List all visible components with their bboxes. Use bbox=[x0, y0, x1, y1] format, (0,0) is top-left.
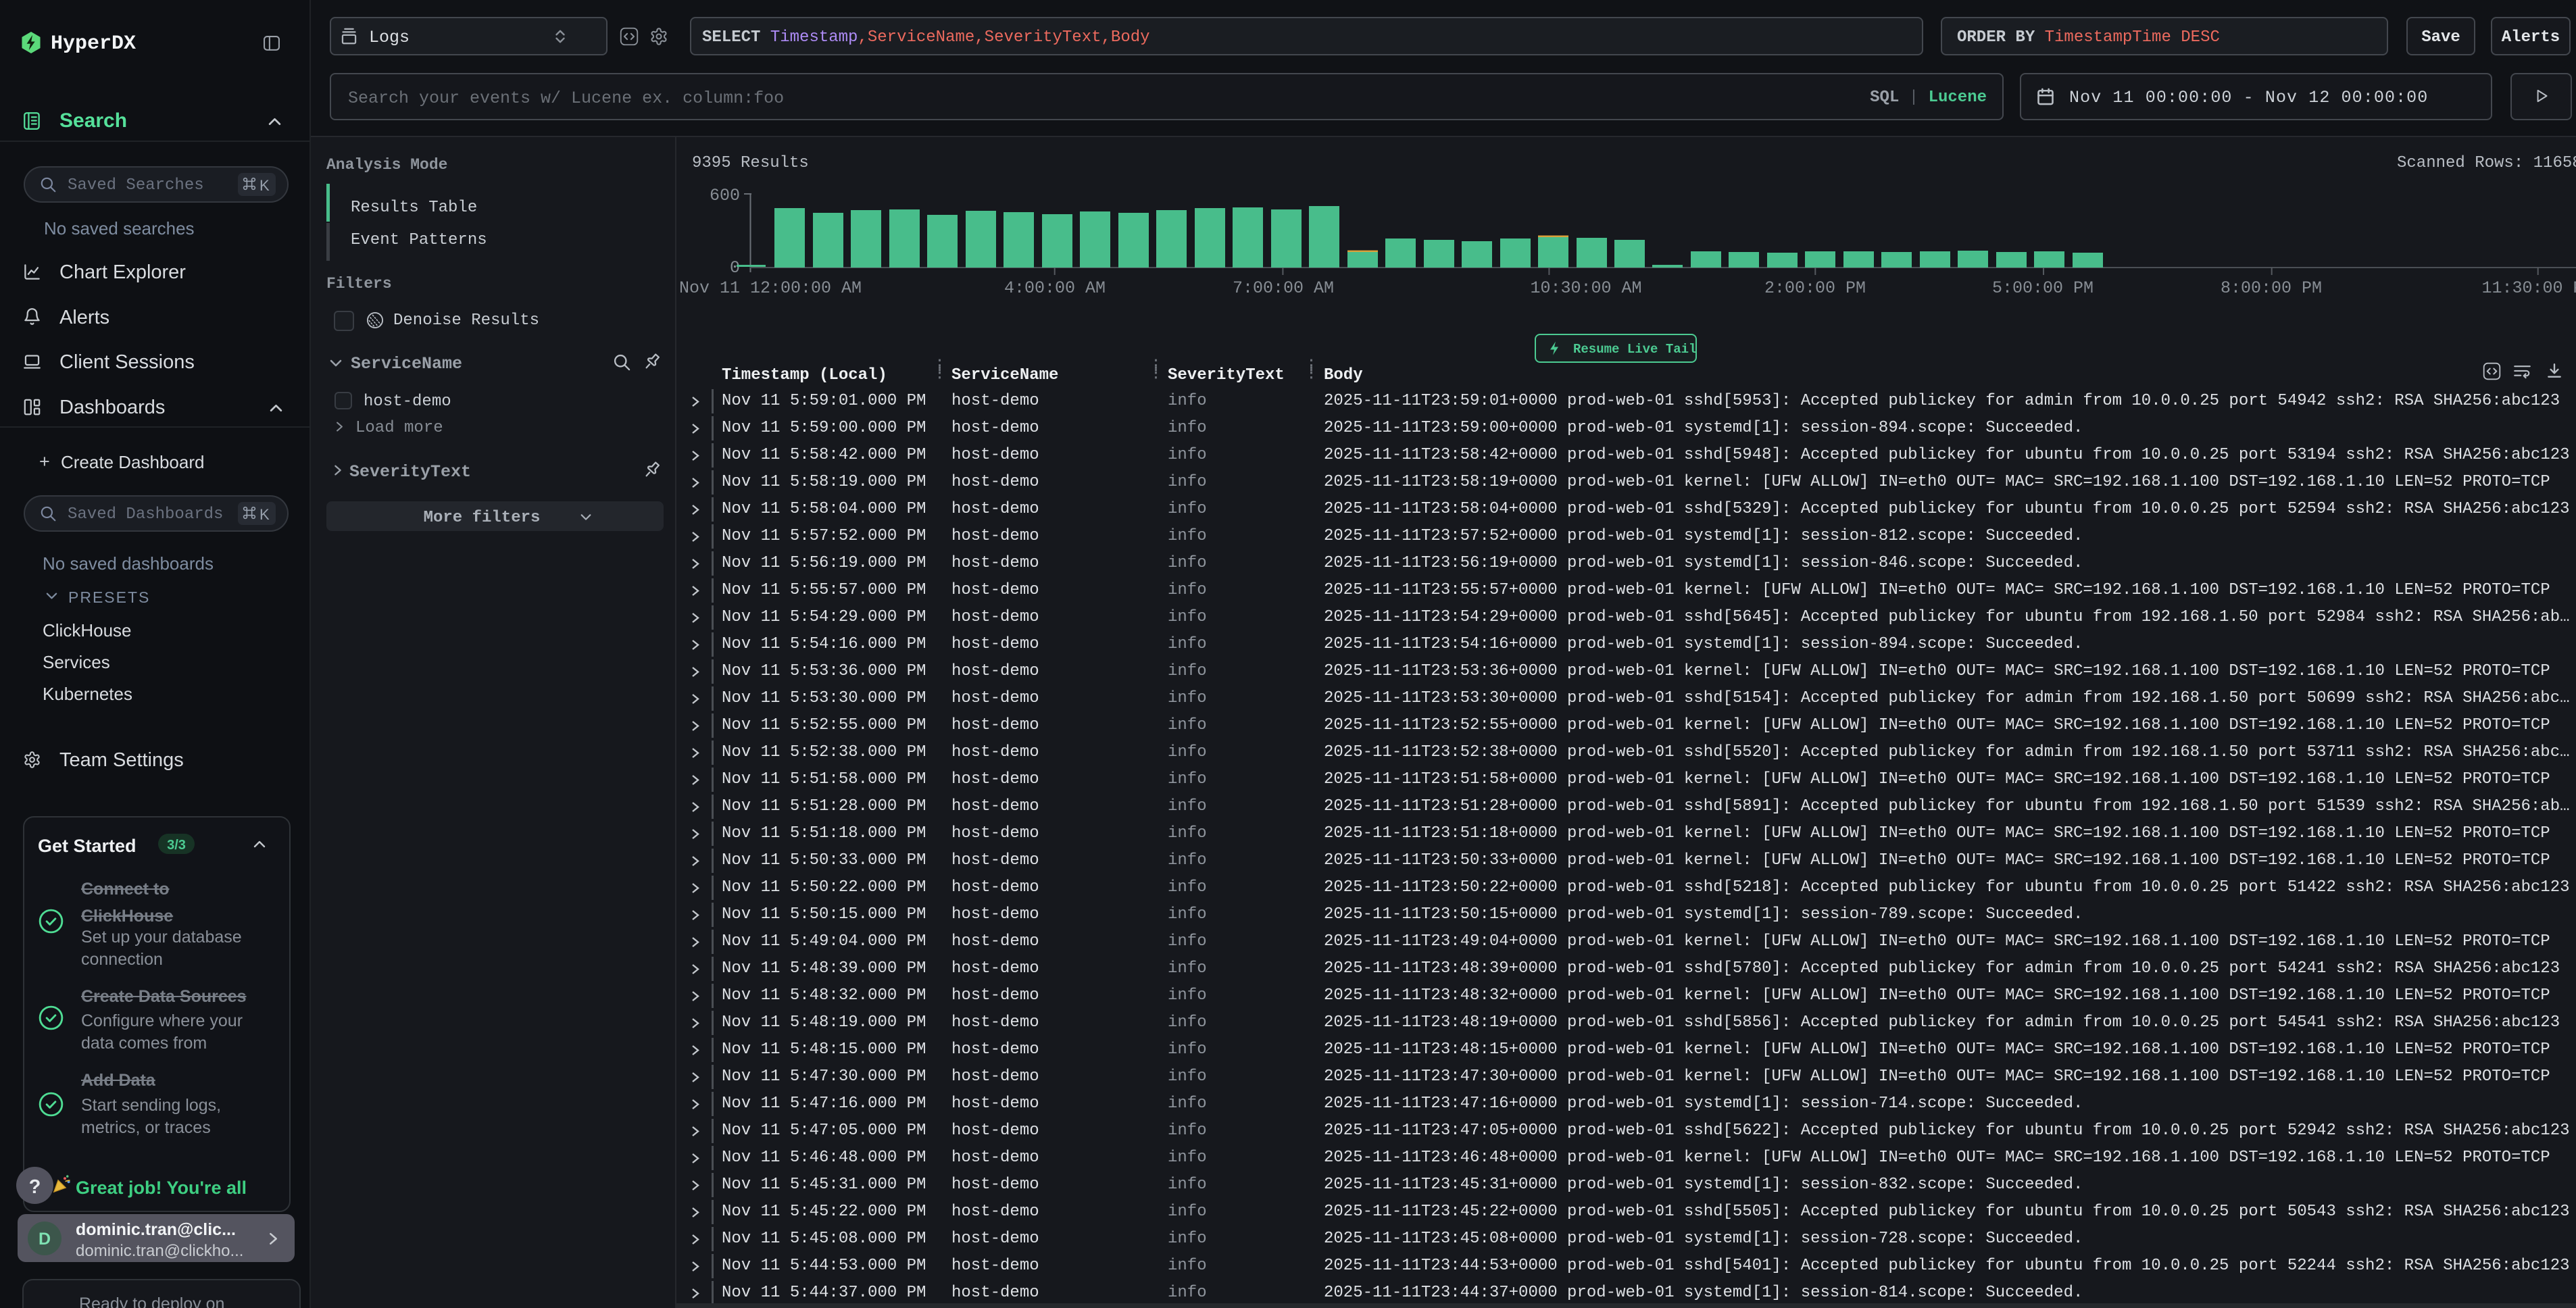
svg-text:8:00:00 PM: 8:00:00 PM bbox=[2221, 278, 2322, 298]
svg-text:7:00:00 AM: 7:00:00 AM bbox=[1233, 278, 1334, 298]
svg-text:4:00:00 AM: 4:00:00 AM bbox=[1004, 278, 1106, 298]
svg-text:10:30:00 AM: 10:30:00 AM bbox=[1530, 278, 1641, 298]
svg-text:5:00:00 PM: 5:00:00 PM bbox=[1992, 278, 2094, 298]
svg-text:Nov 11 12:00:00 AM: Nov 11 12:00:00 AM bbox=[679, 278, 862, 298]
svg-text:0: 0 bbox=[730, 258, 740, 278]
svg-text:2:00:00 PM: 2:00:00 PM bbox=[1764, 278, 1866, 298]
svg-text:600: 600 bbox=[710, 186, 740, 205]
svg-text:11:30:00 PM: 11:30:00 PM bbox=[2481, 278, 2576, 298]
